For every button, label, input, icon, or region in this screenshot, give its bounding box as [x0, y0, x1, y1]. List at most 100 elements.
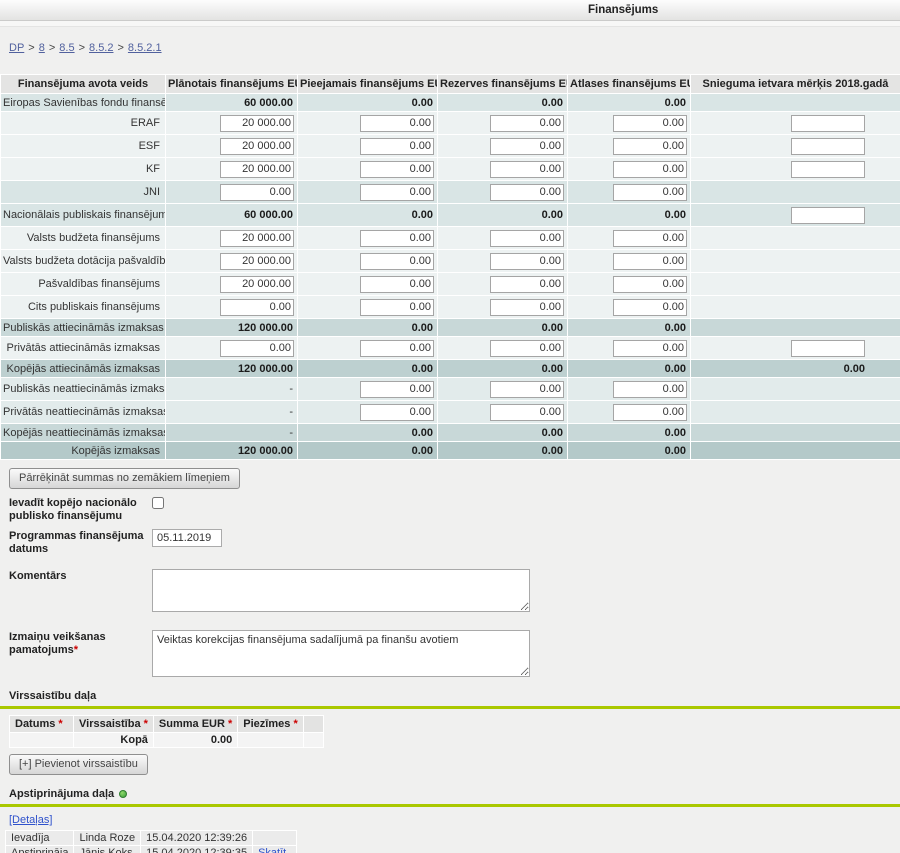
virssaistibas-total-row: Kopā 0.00	[10, 733, 324, 748]
row-label: Publiskās attiecināmās izmaksas	[1, 319, 166, 337]
amount-input[interactable]	[613, 299, 687, 316]
programme-date-label: Programmas finansējuma datums	[9, 529, 152, 556]
breadcrumb-separator: >	[28, 42, 34, 54]
amount-input[interactable]	[220, 276, 294, 293]
amount-input[interactable]	[490, 340, 564, 357]
cell-empty	[10, 733, 74, 748]
cell-value: 0.00	[568, 204, 691, 227]
comment-label: Komentārs	[9, 569, 152, 612]
table-row: KF	[1, 158, 900, 181]
target-input[interactable]	[791, 138, 865, 155]
amount-input[interactable]	[220, 115, 294, 132]
amount-input[interactable]	[360, 340, 434, 357]
add-virssaistiba-button[interactable]: [+] Pievienot virssaistību	[9, 754, 148, 775]
amount-input[interactable]	[360, 276, 434, 293]
cell-value: 0.00	[568, 94, 691, 112]
breadcrumb-link-8-5-2-1[interactable]: 8.5.2.1	[128, 42, 162, 54]
amount-input[interactable]	[360, 230, 434, 247]
target-input[interactable]	[791, 340, 865, 357]
amount-input[interactable]	[613, 115, 687, 132]
amount-input[interactable]	[490, 230, 564, 247]
amount-input[interactable]	[360, 138, 434, 155]
reason-textarea[interactable]: Veiktas korekcijas finansējuma sadalījum…	[152, 630, 530, 677]
amount-input[interactable]	[220, 299, 294, 316]
amount-input[interactable]	[490, 404, 564, 421]
amount-input[interactable]	[220, 253, 294, 270]
amount-input[interactable]	[613, 230, 687, 247]
amount-input[interactable]	[360, 381, 434, 398]
finance-table-header: Finansējuma avota veids Plānotais finans…	[1, 75, 900, 94]
amount-input[interactable]	[220, 161, 294, 178]
amount-input[interactable]	[220, 138, 294, 155]
cell-empty	[238, 733, 303, 748]
row-label: Nacionālais publiskais finansējums	[1, 204, 166, 227]
amount-input[interactable]	[490, 253, 564, 270]
cell-value: 0.00	[438, 424, 568, 442]
table-row: ERAF	[1, 112, 900, 135]
amount-input[interactable]	[613, 253, 687, 270]
required-asterisk: *	[144, 718, 148, 730]
table-row: Kopējās izmaksas 120 000.00 0.00 0.00 0.…	[1, 442, 900, 460]
amount-input[interactable]	[490, 115, 564, 132]
row-label: Valsts budžeta dotācija pašvaldībām	[1, 250, 166, 273]
amount-input[interactable]	[360, 299, 434, 316]
table-row: ESF	[1, 135, 900, 158]
amount-input[interactable]	[613, 340, 687, 357]
cell-value: 0.00	[438, 360, 568, 378]
amount-input[interactable]	[360, 404, 434, 421]
amount-input[interactable]	[360, 184, 434, 201]
breadcrumb-separator: >	[117, 42, 123, 54]
table-row: Kopējās neattiecināmās izmaksas - 0.00 0…	[1, 424, 900, 442]
target-input[interactable]	[791, 161, 865, 178]
amount-input[interactable]	[613, 381, 687, 398]
view-link[interactable]: Skatīt	[258, 847, 286, 853]
comment-textarea[interactable]	[152, 569, 530, 612]
table-row: Publiskās neattiecināmās izmaksas -	[1, 378, 900, 401]
table-row: Nacionālais publiskais finansējums 60 00…	[1, 204, 900, 227]
amount-input[interactable]	[360, 115, 434, 132]
breadcrumb-link-8[interactable]: 8	[39, 42, 45, 54]
amount-input[interactable]	[220, 230, 294, 247]
status-green-icon	[119, 790, 127, 798]
cell-value: -	[166, 424, 298, 442]
row-label: JNI	[1, 181, 166, 204]
breadcrumb-link-8-5[interactable]: 8.5	[59, 42, 74, 54]
table-row: Publiskās attiecināmās izmaksas 120 000.…	[1, 319, 900, 337]
target-input[interactable]	[791, 115, 865, 132]
col-header-avota-veids: Finansējuma avota veids	[1, 75, 166, 94]
amount-input[interactable]	[490, 276, 564, 293]
table-row: Cits publiskais finansējums	[1, 296, 900, 319]
amount-input[interactable]	[613, 276, 687, 293]
breadcrumb-separator: >	[49, 42, 55, 54]
amount-input[interactable]	[613, 161, 687, 178]
national-funding-checkbox[interactable]	[152, 497, 164, 509]
cell-empty	[691, 442, 900, 460]
amount-input[interactable]	[490, 161, 564, 178]
recalculate-button[interactable]: Pārrēķināt summas no zemākiem līmeņiem	[9, 468, 240, 489]
section-divider	[0, 804, 900, 807]
amount-input[interactable]	[490, 138, 564, 155]
approval-row: Ievadīja Linda Roze 15.04.2020 12:39:26	[6, 831, 297, 846]
amount-input[interactable]	[490, 299, 564, 316]
target-input[interactable]	[791, 207, 865, 224]
programme-date-input[interactable]	[152, 529, 222, 547]
row-label: KF	[1, 158, 166, 181]
amount-input[interactable]	[613, 404, 687, 421]
page-title: Finansējums	[588, 4, 658, 16]
amount-input[interactable]	[360, 161, 434, 178]
amount-input[interactable]	[613, 184, 687, 201]
col-header-summa: Summa EUR *	[153, 716, 237, 733]
amount-input[interactable]	[490, 381, 564, 398]
virssaistibas-header: Datums * Virssaistība * Summa EUR * Piez…	[10, 716, 324, 733]
breadcrumb-link-8-5-2[interactable]: 8.5.2	[89, 42, 113, 54]
amount-input[interactable]	[360, 253, 434, 270]
breadcrumb-link-dp[interactable]: DP	[9, 42, 24, 54]
amount-input[interactable]	[220, 184, 294, 201]
details-link[interactable]: [Detaļas]	[9, 814, 52, 826]
col-header-actions	[303, 716, 323, 733]
cell-empty	[691, 250, 900, 273]
amount-input[interactable]	[220, 340, 294, 357]
required-asterisk: *	[74, 644, 78, 656]
amount-input[interactable]	[490, 184, 564, 201]
amount-input[interactable]	[613, 138, 687, 155]
